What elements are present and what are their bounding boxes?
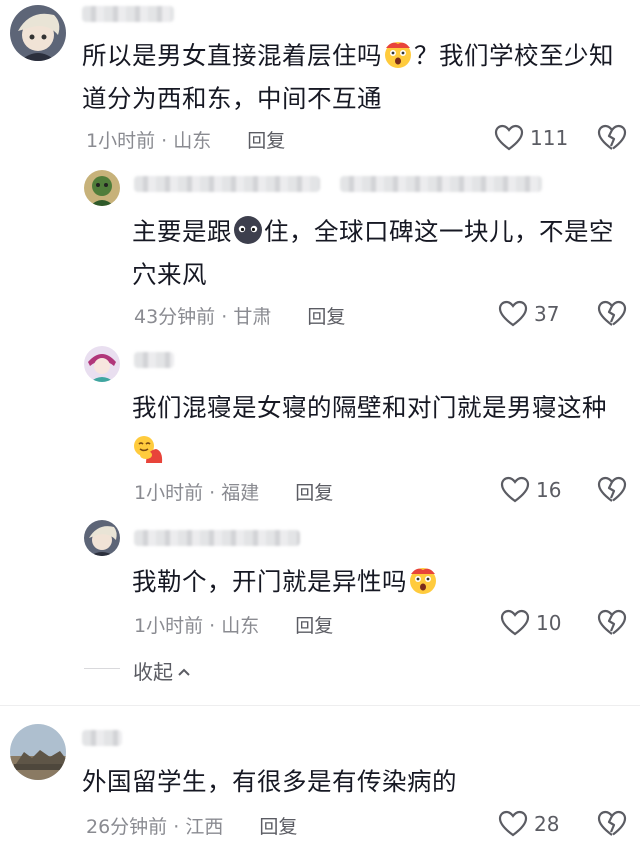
- comment-meta: 43分钟前 · 甘肃 回复: [134, 306, 346, 328]
- chevron-up-icon: [178, 668, 190, 676]
- comment-text: 我们混寝是女寝的隔壁和对门就是男寝这种: [132, 386, 622, 472]
- avatar[interactable]: [10, 724, 66, 780]
- astonished-emoji-icon: [385, 42, 411, 68]
- broken-heart-icon[interactable]: [597, 609, 627, 637]
- broken-heart-icon[interactable]: [597, 300, 627, 328]
- username-blurred[interactable]: [82, 730, 122, 746]
- comment-meta: 1小时前 · 福建 回复: [134, 482, 334, 504]
- heart-icon: [498, 300, 528, 327]
- avatar[interactable]: [10, 5, 66, 61]
- comment-meta: 26分钟前 · 江西 回复: [86, 816, 298, 838]
- reply-button[interactable]: 回复: [295, 615, 333, 637]
- heart-icon: [494, 124, 524, 151]
- comment-text: 我勒个，开门就是异性吗: [132, 560, 622, 603]
- broken-heart-icon[interactable]: [597, 476, 627, 504]
- like-count: 37: [534, 302, 560, 326]
- like-button[interactable]: 111: [494, 124, 568, 152]
- like-count: 10: [536, 611, 562, 635]
- like-count: 28: [534, 812, 560, 836]
- comment-text: 主要是跟 住，全球口碑这一块儿，不是空穴来风: [132, 210, 622, 296]
- username-blurred[interactable]: [82, 6, 174, 22]
- reply-button[interactable]: 回复: [247, 130, 285, 152]
- like-button[interactable]: 16: [500, 476, 561, 504]
- comment-meta: 1小时前 · 山东 回复: [86, 130, 286, 152]
- comment-text: 所以是男女直接混着层住吗 ？我们学校至少知道分为西和东，中间不互通: [82, 34, 622, 120]
- section-divider: [0, 705, 640, 706]
- heart-icon: [498, 810, 528, 837]
- username-blurred[interactable]: [134, 352, 174, 368]
- comment-text: 外国留学生，有很多是有传染病的: [82, 767, 457, 796]
- dark-blob-emoji-icon: [234, 216, 262, 244]
- avatar[interactable]: [84, 520, 120, 556]
- hug-emoji-icon: [134, 436, 163, 463]
- reply-target-blurred: [340, 176, 542, 192]
- reply-button[interactable]: 回复: [307, 306, 345, 328]
- like-count: 111: [530, 126, 569, 150]
- reply-button[interactable]: 回复: [295, 482, 333, 504]
- heart-icon: [500, 476, 530, 503]
- broken-heart-icon[interactable]: [597, 810, 627, 838]
- like-button[interactable]: 10: [500, 609, 561, 637]
- reply-button[interactable]: 回复: [259, 816, 297, 838]
- astonished-emoji-icon: [410, 568, 436, 594]
- like-count: 16: [536, 478, 562, 502]
- like-button[interactable]: 28: [498, 810, 559, 838]
- collapse-button[interactable]: 收起: [133, 656, 191, 685]
- like-button[interactable]: 37: [498, 300, 559, 328]
- broken-heart-icon[interactable]: [597, 124, 627, 152]
- heart-icon: [500, 609, 530, 636]
- avatar[interactable]: [84, 346, 120, 382]
- username-blurred[interactable]: [134, 530, 300, 546]
- collapse-divider: [84, 668, 120, 669]
- username-blurred[interactable]: [134, 176, 320, 192]
- comment-meta: 1小时前 · 山东 回复: [134, 615, 334, 637]
- avatar[interactable]: [84, 170, 120, 206]
